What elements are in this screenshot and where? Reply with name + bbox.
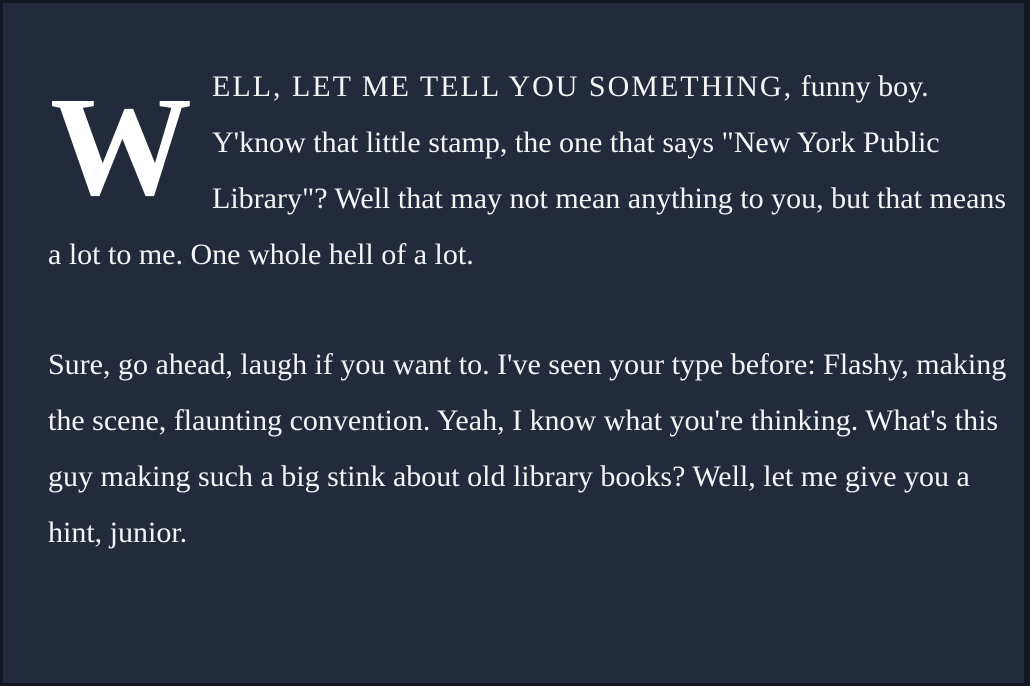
- paragraph-2: Sure, go ahead, laugh if you want to. I'…: [48, 348, 1007, 549]
- reading-panel: W ELL, LET ME TELL YOU SOMETHING, funny b…: [0, 0, 1030, 686]
- article-body: W ELL, LET ME TELL YOU SOMETHING, funny b…: [48, 59, 1008, 561]
- drop-cap-letter: W: [50, 67, 192, 225]
- paragraph-1: W ELL, LET ME TELL YOU SOMETHING, funny b…: [48, 59, 1008, 283]
- lead-in-text: ELL, LET ME TELL YOU SOMETHING,: [212, 70, 794, 103]
